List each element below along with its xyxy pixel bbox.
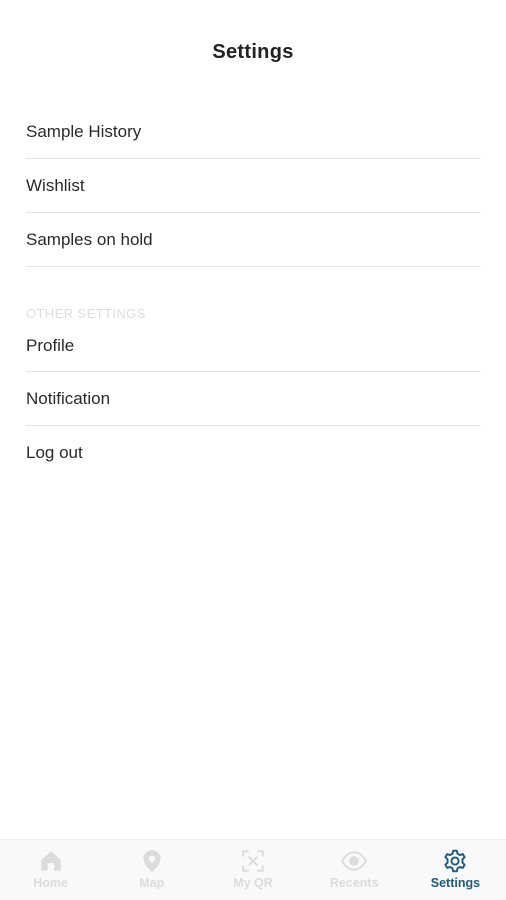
tab-home[interactable]: Home — [0, 840, 101, 900]
menu-item-label: Log out — [26, 442, 83, 462]
tab-label: My QR — [233, 876, 273, 890]
menu-item-label: Wishlist — [26, 175, 85, 195]
tab-label: Recents — [329, 876, 379, 890]
menu-item-notification[interactable]: Notification — [26, 372, 481, 426]
tab-my-qr[interactable]: My QR — [202, 840, 303, 900]
menu-item-samples-on-hold[interactable]: Samples on hold — [26, 213, 481, 267]
tab-label: Map — [139, 876, 165, 890]
qr-scan-icon — [242, 850, 264, 872]
gear-icon — [444, 849, 467, 873]
eye-icon — [341, 851, 368, 871]
menu-item-label: Sample History — [26, 121, 142, 141]
menu-item-sample-history[interactable]: Sample History — [26, 105, 481, 159]
tab-map[interactable]: Map — [101, 840, 202, 900]
menu-item-wishlist[interactable]: Wishlist — [26, 159, 481, 213]
tab-settings[interactable]: Settings — [405, 840, 506, 900]
header: Settings — [0, 36, 506, 68]
tab-label: Settings — [430, 876, 481, 890]
menu-item-label: Notification — [26, 388, 111, 408]
page-title: Settings — [212, 40, 294, 63]
menu-item-profile[interactable]: Profile — [26, 321, 481, 372]
tab-recents[interactable]: Recents — [304, 840, 405, 900]
menu-item-label: Profile — [26, 336, 75, 355]
settings-menu: Sample History Wishlist Samples on hold … — [26, 105, 481, 479]
section-label-other-settings: OTHER SETTINGS — [26, 306, 146, 321]
tab-label: Home — [33, 876, 68, 890]
bottom-tab-bar: Home Map My QR Recents Settings — [0, 839, 506, 900]
settings-screen: Settings Sample History Wishlist Samples… — [0, 0, 506, 900]
menu-item-log-out[interactable]: Log out — [26, 426, 481, 479]
map-pin-icon — [143, 850, 161, 872]
menu-item-label: Samples on hold — [26, 229, 153, 249]
home-icon — [40, 851, 61, 871]
